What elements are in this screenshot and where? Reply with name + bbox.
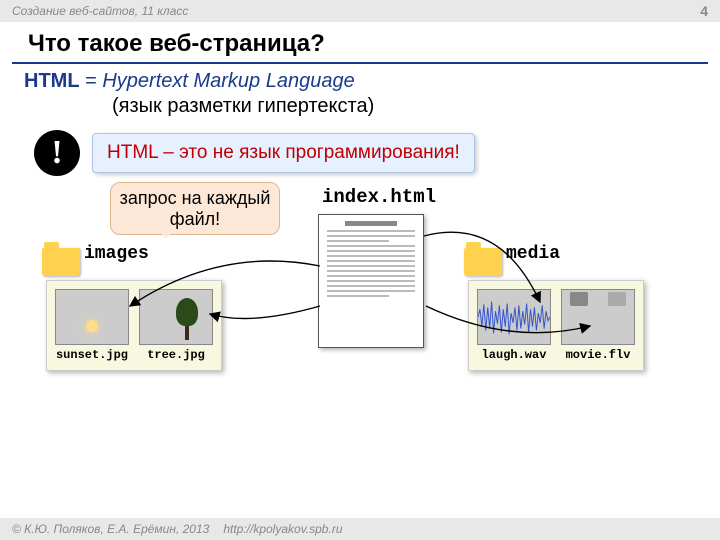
laugh-caption: laugh.wav (482, 348, 547, 362)
folder-icon (42, 248, 80, 276)
html-abbr: HTML (24, 70, 80, 92)
thumb-sunset: sunset.jpg (55, 289, 129, 362)
equals: = (80, 70, 103, 92)
folder-media (464, 248, 502, 276)
course-label: Создание веб-сайтов, 11 класс (12, 4, 188, 18)
thumb-laugh: laugh.wav (477, 289, 551, 362)
header-bar: Создание веб-сайтов, 11 класс 4 (0, 0, 720, 22)
movie-caption: movie.flv (566, 348, 631, 362)
page-title: Что такое веб-страница? (12, 22, 708, 64)
folder-media-label: media (506, 244, 560, 264)
page-number: 4 (700, 3, 708, 19)
media-panel: laugh.wav movie.flv (468, 280, 644, 371)
index-file-label: index.html (322, 186, 436, 208)
diagram-canvas: запрос на каждый файл! index.html images… (0, 176, 720, 456)
warning-row: ! HTML – это не язык программирования! (34, 130, 720, 176)
html-definition: HTML = Hypertext Markup Language (0, 64, 720, 93)
thumb-tree: tree.jpg (139, 289, 213, 362)
document-icon (318, 214, 424, 348)
warning-box: HTML – это не язык программирования! (92, 133, 475, 173)
footer-url: http://kpolyakov.spb.ru (223, 522, 342, 536)
wave-image (477, 289, 551, 345)
copyright: © К.Ю. Поляков, Е.А. Ерёмин, 2013 (12, 522, 209, 536)
exclamation-icon: ! (34, 130, 80, 176)
thumb-movie: movie.flv (561, 289, 635, 362)
images-panel: sunset.jpg tree.jpg (46, 280, 222, 371)
tree-caption: tree.jpg (147, 348, 205, 362)
footer-bar: © К.Ю. Поляков, Е.А. Ерёмин, 2013 http:/… (0, 518, 720, 540)
folder-images-label: images (84, 244, 144, 264)
sunset-image (55, 289, 129, 345)
fire-image (561, 289, 635, 345)
tree-image (139, 289, 213, 345)
sunset-caption: sunset.jpg (56, 348, 128, 362)
request-bubble: запрос на каждый файл! (110, 182, 280, 235)
folder-images (42, 248, 80, 276)
html-full: Hypertext Markup Language (102, 70, 354, 92)
html-subtitle: (язык разметки гипертекста) (0, 93, 720, 124)
folder-icon (464, 248, 502, 276)
